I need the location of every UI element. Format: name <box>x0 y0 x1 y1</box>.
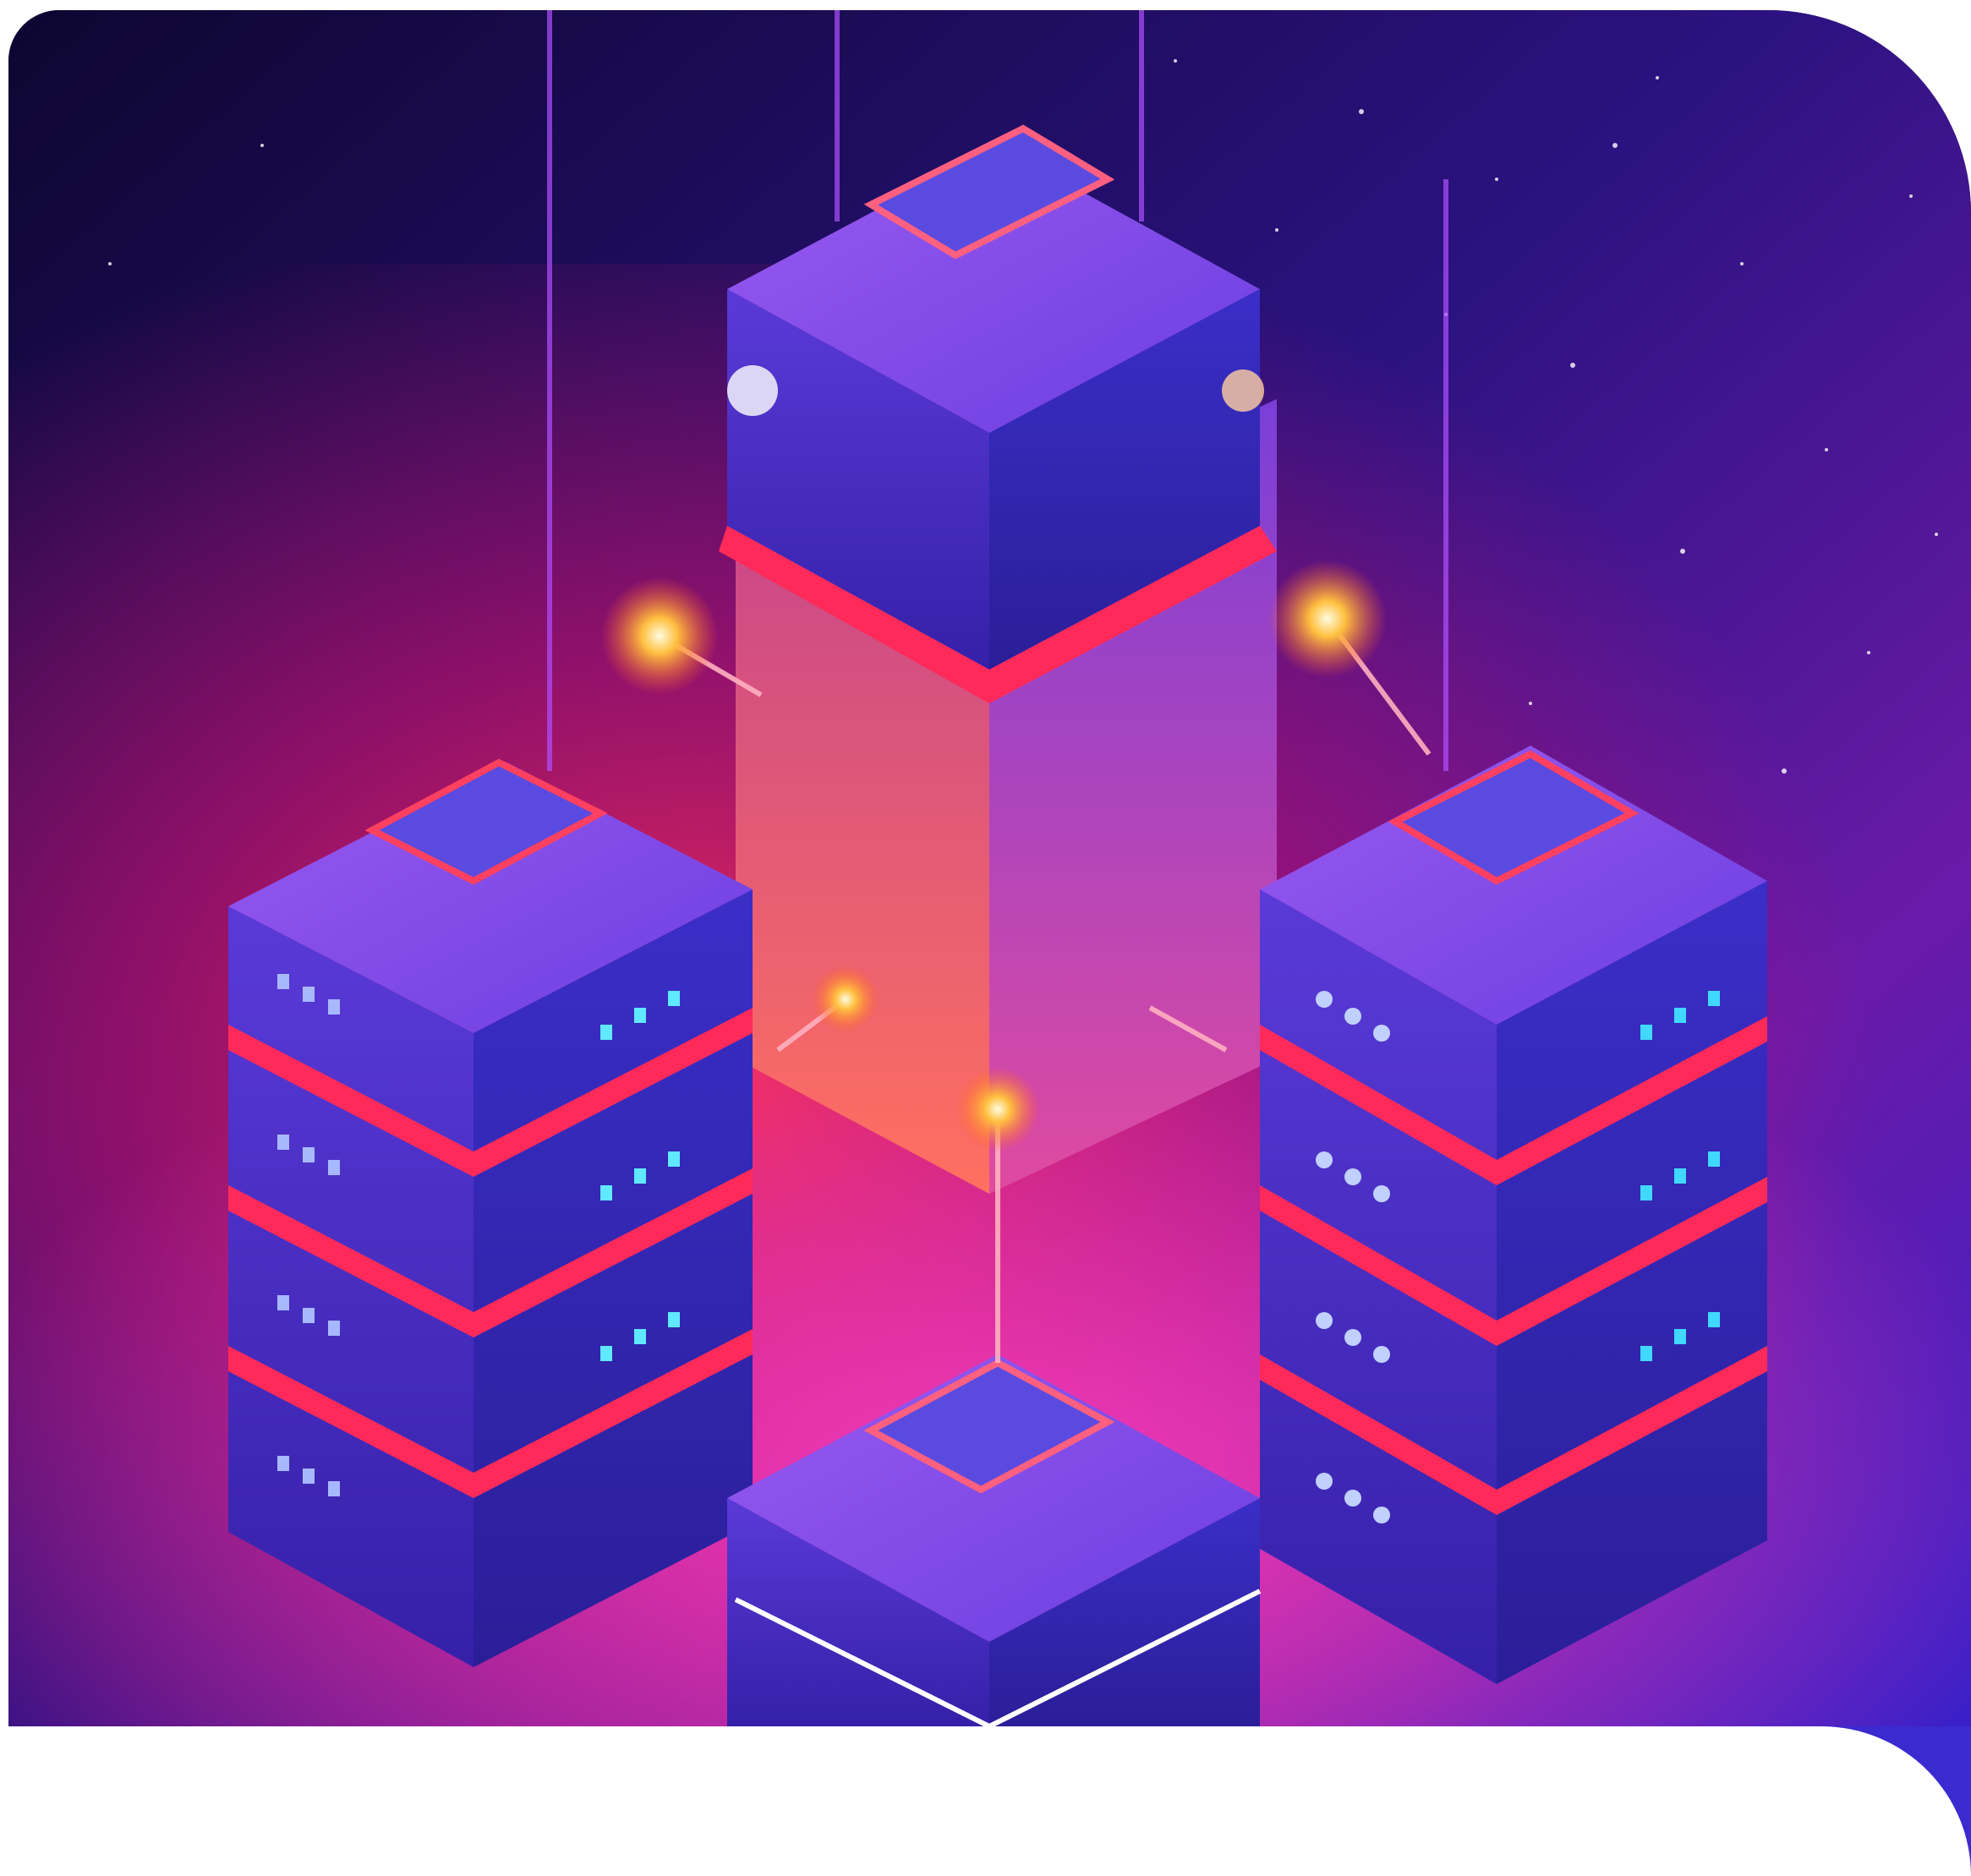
server-illustration <box>8 10 1971 1726</box>
page <box>0 0 1971 1876</box>
right-server-stack <box>1260 746 1767 1684</box>
left-server-stack <box>228 758 753 1667</box>
hero-image <box>8 10 1971 1726</box>
bottom-white-panel <box>0 1726 1971 1876</box>
